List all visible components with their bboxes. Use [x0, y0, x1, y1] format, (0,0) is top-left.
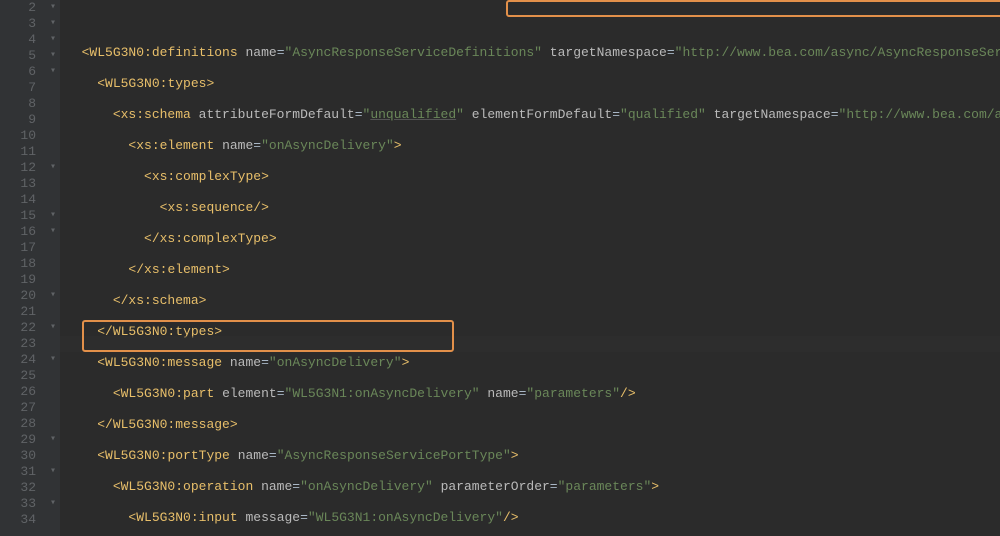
- fold-icon[interactable]: [46, 176, 60, 192]
- line-number: 33: [8, 496, 36, 512]
- line-number: 26: [8, 384, 36, 400]
- line-number: 2: [8, 0, 36, 16]
- fold-gutter[interactable]: ▾▾▾▾▾▾▾▾▾▾▾▾▾▾: [46, 0, 60, 536]
- fold-icon[interactable]: [46, 96, 60, 112]
- fold-icon[interactable]: [46, 512, 60, 528]
- fold-icon[interactable]: [46, 192, 60, 208]
- fold-icon[interactable]: [46, 448, 60, 464]
- line-number: 34: [8, 512, 36, 528]
- line-number: 29: [8, 432, 36, 448]
- fold-icon[interactable]: [46, 400, 60, 416]
- line-number: 21: [8, 304, 36, 320]
- line-number: 32: [8, 480, 36, 496]
- fold-icon[interactable]: ▾: [46, 48, 60, 64]
- line-number-gutter: 2345678910111213141516171819202122232425…: [0, 0, 46, 536]
- line-number: 25: [8, 368, 36, 384]
- fold-icon[interactable]: [46, 384, 60, 400]
- fold-icon[interactable]: [46, 80, 60, 96]
- line-number: 20: [8, 288, 36, 304]
- fold-icon[interactable]: [46, 112, 60, 128]
- fold-icon[interactable]: ▾: [46, 0, 60, 16]
- fold-icon[interactable]: ▾: [46, 496, 60, 512]
- fold-icon[interactable]: ▾: [46, 160, 60, 176]
- line-number: 12: [8, 160, 36, 176]
- line-number: 6: [8, 64, 36, 80]
- line-number: 5: [8, 48, 36, 64]
- fold-icon[interactable]: ▾: [46, 352, 60, 368]
- fold-icon[interactable]: ▾: [46, 64, 60, 80]
- line-number: 7: [8, 80, 36, 96]
- line-number: 24: [8, 352, 36, 368]
- line-number: 18: [8, 256, 36, 272]
- fold-icon[interactable]: ▾: [46, 32, 60, 48]
- line-number: 4: [8, 32, 36, 48]
- fold-icon[interactable]: ▾: [46, 16, 60, 32]
- line-number: 31: [8, 464, 36, 480]
- line-number: 28: [8, 416, 36, 432]
- code-area[interactable]: <WL5G3N0:definitions name="AsyncResponse…: [60, 0, 1000, 536]
- line-number: 14: [8, 192, 36, 208]
- fold-icon[interactable]: [46, 368, 60, 384]
- line-number: 27: [8, 400, 36, 416]
- line-number: 15: [8, 208, 36, 224]
- fold-icon[interactable]: [46, 240, 60, 256]
- line-number: 22: [8, 320, 36, 336]
- fold-icon[interactable]: [46, 480, 60, 496]
- line-number: 30: [8, 448, 36, 464]
- fold-icon[interactable]: [46, 256, 60, 272]
- fold-icon[interactable]: [46, 272, 60, 288]
- fold-icon[interactable]: ▾: [46, 224, 60, 240]
- fold-icon[interactable]: ▾: [46, 208, 60, 224]
- fold-icon[interactable]: [46, 416, 60, 432]
- line-number: 10: [8, 128, 36, 144]
- fold-icon[interactable]: [46, 128, 60, 144]
- highlight-box-1: [506, 0, 1000, 17]
- fold-icon[interactable]: [46, 336, 60, 352]
- line-number: 9: [8, 112, 36, 128]
- line-number: 19: [8, 272, 36, 288]
- fold-icon[interactable]: ▾: [46, 432, 60, 448]
- line-number: 3: [8, 16, 36, 32]
- line-number: 11: [8, 144, 36, 160]
- line-number: 23: [8, 336, 36, 352]
- fold-icon[interactable]: ▾: [46, 288, 60, 304]
- code-editor[interactable]: 2345678910111213141516171819202122232425…: [0, 0, 1000, 536]
- line-number: 13: [8, 176, 36, 192]
- fold-icon[interactable]: [46, 304, 60, 320]
- fold-icon[interactable]: ▾: [46, 320, 60, 336]
- line-number: 8: [8, 96, 36, 112]
- line-number: 16: [8, 224, 36, 240]
- fold-icon[interactable]: [46, 144, 60, 160]
- fold-icon[interactable]: ▾: [46, 464, 60, 480]
- line-number: 17: [8, 240, 36, 256]
